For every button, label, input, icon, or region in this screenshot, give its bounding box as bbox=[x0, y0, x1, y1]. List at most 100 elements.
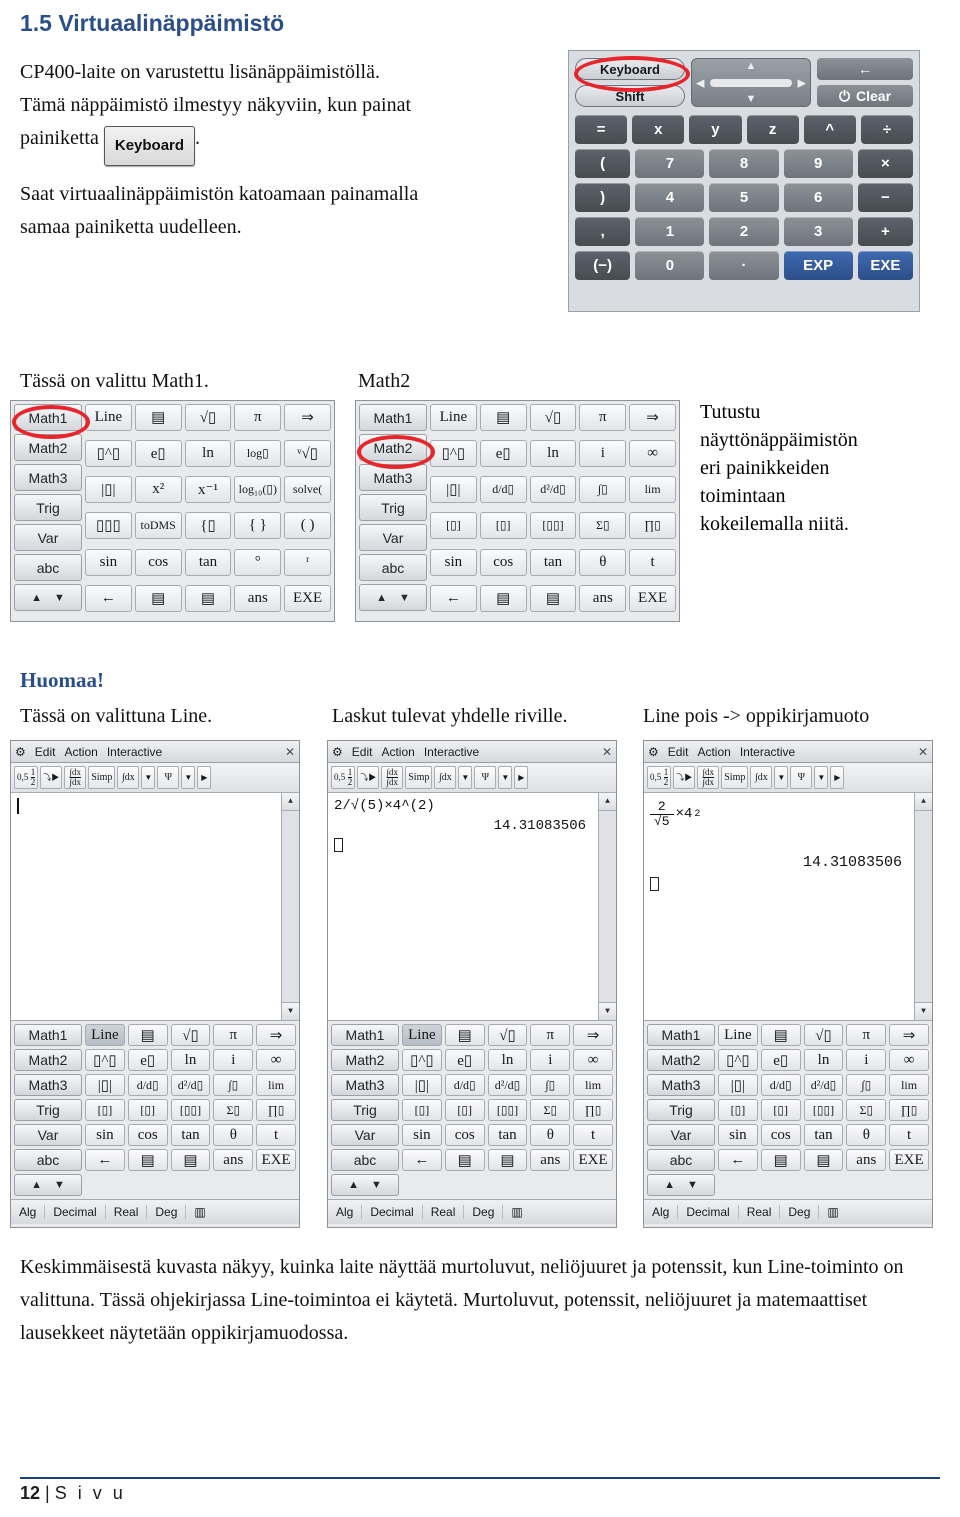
sk-key-tan[interactable]: tan bbox=[184, 548, 232, 576]
calc3-key-second-derivative[interactable]: d²/d▯ bbox=[803, 1074, 844, 1096]
calc1-tb-run[interactable]: ▶ bbox=[197, 766, 212, 789]
close-icon[interactable]: ✕ bbox=[602, 745, 612, 759]
calc3-sk-tab-trig[interactable]: Trig bbox=[647, 1099, 715, 1121]
calc1-key-backspace[interactable]: ← bbox=[85, 1149, 125, 1171]
sk2-key-copy[interactable]: ▤ bbox=[479, 584, 527, 612]
calc2-key-matrix-2x1[interactable]: [▯] bbox=[444, 1099, 485, 1121]
calc1-key-abs[interactable]: |▯| bbox=[85, 1074, 125, 1096]
sk2-key-derivative[interactable]: d/d▯ bbox=[479, 476, 527, 504]
calc1-scroll-down-icon[interactable]: ▼ bbox=[282, 1002, 299, 1020]
calc3-menu-edit[interactable]: Edit bbox=[668, 745, 689, 759]
calc1-tb-dropdown-2[interactable]: ▼ bbox=[181, 766, 196, 789]
calc1-sk-tab-math2[interactable]: Math2 bbox=[14, 1049, 82, 1071]
calc1-key-pi[interactable]: π bbox=[213, 1024, 254, 1046]
calc1-key-theta[interactable]: θ bbox=[213, 1124, 254, 1146]
sk2-tab-math2[interactable]: Math2 bbox=[359, 434, 427, 461]
calc2-key-derivative[interactable]: d/d▯ bbox=[444, 1074, 485, 1096]
calc1-tb-graph[interactable]: Ψ bbox=[157, 766, 180, 789]
calc3-key-pi[interactable]: π bbox=[846, 1024, 887, 1046]
calc2-key-arrow[interactable]: ⇒ bbox=[573, 1024, 613, 1046]
calc3-key-exp-e[interactable]: e▯ bbox=[760, 1049, 801, 1071]
calc2-sk-tab-trig[interactable]: Trig bbox=[331, 1099, 399, 1121]
calc2-key-sin[interactable]: sin bbox=[402, 1124, 442, 1146]
calc1-tb-integral-ratio[interactable]: ∫dx ∫dx bbox=[64, 766, 87, 789]
sk-key-braces[interactable]: { } bbox=[234, 512, 282, 540]
calc3-key-paste[interactable]: ▤ bbox=[803, 1149, 844, 1171]
sk-key-exp-e[interactable]: e▯ bbox=[134, 440, 182, 468]
calc3-key-theta[interactable]: θ bbox=[846, 1124, 887, 1146]
calc2-sk-tab-scroll[interactable]: ▲ ▼ bbox=[331, 1174, 399, 1196]
calc3-menu-action[interactable]: Action bbox=[697, 745, 730, 759]
sk2-tab-var[interactable]: Var bbox=[359, 524, 427, 551]
calc2-tb-dropdown-1[interactable]: ▼ bbox=[458, 766, 473, 789]
sk-key-exe[interactable]: EXE bbox=[284, 584, 331, 612]
calc1-key-t[interactable]: t bbox=[256, 1124, 296, 1146]
calc2-tb-decimal-fraction[interactable]: 0,5 12 bbox=[331, 766, 356, 789]
calc3-tb-decimal-fraction[interactable]: 0,5 12 bbox=[647, 766, 672, 789]
sk2-tab-abc[interactable]: abc bbox=[359, 554, 427, 581]
sk-key-paste[interactable]: ▤ bbox=[184, 584, 232, 612]
calc1-key-paste[interactable]: ▤ bbox=[170, 1149, 211, 1171]
calc3-key-abs[interactable]: |▯| bbox=[718, 1074, 758, 1096]
calc2-key-integral[interactable]: ∫▯ bbox=[530, 1074, 571, 1096]
calc1-key-matrix-2x1[interactable]: [▯] bbox=[127, 1099, 168, 1121]
sk2-key-matrix-2x2[interactable]: [▯▯] bbox=[529, 512, 577, 540]
sk2-key-sqrt[interactable]: √▯ bbox=[529, 404, 577, 431]
calc3-key-matrix-2x1[interactable]: [▯] bbox=[760, 1099, 801, 1121]
calc2-key-frac[interactable]: ▤ bbox=[444, 1024, 485, 1046]
calc2-key-line[interactable]: Line bbox=[402, 1024, 442, 1046]
sk-key-degree[interactable]: ° bbox=[234, 548, 282, 576]
calc1-key-sin[interactable]: sin bbox=[85, 1124, 125, 1146]
sk-tab-abc[interactable]: abc bbox=[14, 554, 82, 581]
calc2-key-abs[interactable]: |▯| bbox=[402, 1074, 442, 1096]
calc2-tb-transform[interactable]: ⤵▶ bbox=[357, 766, 380, 789]
calc1-key-matrix-1x1[interactable]: [▯] bbox=[85, 1099, 125, 1121]
sk2-key-product[interactable]: ∏▯ bbox=[629, 512, 676, 540]
calc1-tb-transform[interactable]: ⤵▶ bbox=[40, 766, 63, 789]
sk2-key-ln[interactable]: ln bbox=[529, 440, 577, 468]
calc1-sk-tab-math3[interactable]: Math3 bbox=[14, 1074, 82, 1096]
sk-tab-scroll[interactable]: ▲ ▼ bbox=[14, 584, 82, 611]
calc1-key-second-derivative[interactable]: d²/d▯ bbox=[170, 1074, 211, 1096]
calc1-menu-interactive[interactable]: Interactive bbox=[107, 745, 162, 759]
calc3-key-frac[interactable]: ▤ bbox=[760, 1024, 801, 1046]
calc3-key-line[interactable]: Line bbox=[718, 1024, 758, 1046]
calc2-key-exe[interactable]: EXE bbox=[573, 1149, 613, 1171]
calc3-scroll-down-icon[interactable]: ▼ bbox=[915, 1002, 932, 1020]
sk2-key-imaginary[interactable]: i bbox=[579, 440, 627, 468]
sk2-key-sin[interactable]: sin bbox=[430, 548, 477, 576]
sk2-key-ans[interactable]: ans bbox=[579, 584, 627, 612]
sk2-key-second-derivative[interactable]: d²/d▯ bbox=[529, 476, 577, 504]
calc3-sk-tab-math2[interactable]: Math2 bbox=[647, 1049, 715, 1071]
calc3-key-integral[interactable]: ∫▯ bbox=[846, 1074, 887, 1096]
sk2-key-infinity[interactable]: ∞ bbox=[629, 440, 676, 468]
calc3-tb-transform[interactable]: ⤵▶ bbox=[673, 766, 696, 789]
calc3-menu-interactive[interactable]: Interactive bbox=[740, 745, 795, 759]
calc3-sk-tab-math1[interactable]: Math1 bbox=[647, 1024, 715, 1046]
calc1-scrollbar[interactable]: ▲ ▼ bbox=[281, 793, 299, 1020]
calc1-key-matrix-2x2[interactable]: [▯▯] bbox=[170, 1099, 211, 1121]
sk2-key-arrow[interactable]: ⇒ bbox=[629, 404, 676, 431]
gear-icon[interactable]: ⚙ bbox=[15, 745, 26, 759]
calc1-sk-tab-abc[interactable]: abc bbox=[14, 1149, 82, 1171]
sk2-key-abs[interactable]: |▯| bbox=[430, 476, 477, 504]
sk2-key-matrix-2x1[interactable]: [▯] bbox=[479, 512, 527, 540]
sk2-key-exp-e[interactable]: e▯ bbox=[479, 440, 527, 468]
calc1-tb-simp[interactable]: Simp bbox=[88, 766, 116, 789]
calc2-menu-action[interactable]: Action bbox=[381, 745, 414, 759]
gear-icon[interactable]: ⚙ bbox=[332, 745, 343, 759]
calc1-key-ln[interactable]: ln bbox=[170, 1049, 211, 1071]
calc1-scroll-up-icon[interactable]: ▲ bbox=[282, 793, 299, 811]
sk-tab-math3[interactable]: Math3 bbox=[14, 464, 82, 491]
calc3-key-derivative[interactable]: d/d▯ bbox=[760, 1074, 801, 1096]
sk2-key-frac[interactable]: ▤ bbox=[479, 404, 527, 431]
calc1-key-exe[interactable]: EXE bbox=[256, 1149, 296, 1171]
calc1-tb-dropdown-1[interactable]: ▼ bbox=[141, 766, 156, 789]
sk2-key-matrix-1x1[interactable]: [▯] bbox=[430, 512, 477, 540]
sk2-tab-math1[interactable]: Math1 bbox=[359, 404, 427, 431]
sk-key-parens[interactable]: ( ) bbox=[284, 512, 331, 540]
calc3-sk-tab-math3[interactable]: Math3 bbox=[647, 1074, 715, 1096]
calc2-key-copy[interactable]: ▤ bbox=[444, 1149, 485, 1171]
calc2-key-second-derivative[interactable]: d²/d▯ bbox=[487, 1074, 528, 1096]
sk-key-radian[interactable]: ʳ bbox=[284, 548, 331, 576]
